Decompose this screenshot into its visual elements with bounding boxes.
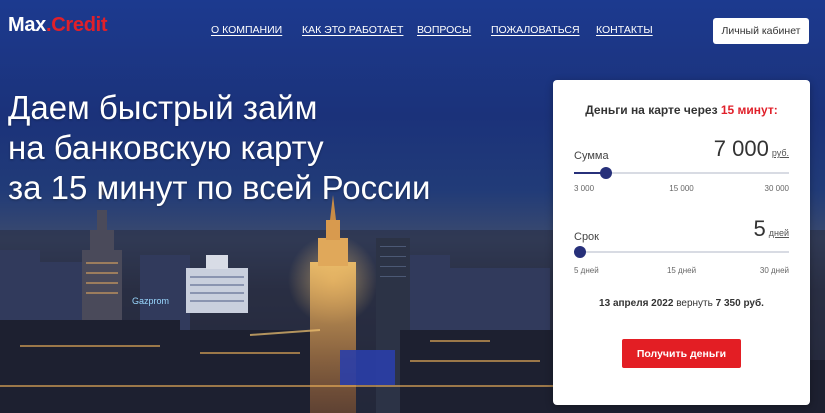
calculator-title: Деньги на карте через 15 минут: <box>553 103 810 117</box>
gazprom-sign: Gazprom <box>132 296 170 306</box>
amount-slider[interactable] <box>574 167 789 179</box>
term-value: 5 <box>753 216 766 241</box>
term-scale-mid: 15 дней <box>666 266 697 275</box>
personal-account-button[interactable]: Личный кабинет <box>713 18 809 44</box>
repayment-text: вернуть <box>673 298 716 309</box>
nav-item-contacts[interactable]: КОНТАКТЫ <box>596 24 653 36</box>
calculator-title-prefix: Деньги на карте через <box>585 103 721 117</box>
repayment-amount: 7 350 руб. <box>715 298 764 309</box>
term-scale-min: 5 дней <box>574 266 599 275</box>
loan-calculator: Деньги на карте через 15 минут: Сумма 7 … <box>553 80 810 405</box>
amount-scale-mid: 15 000 <box>669 184 694 193</box>
amount-scale-max: 30 000 <box>764 184 789 193</box>
term-scale-max: 30 дней <box>759 266 789 275</box>
repayment-summary: 13 апреля 2022 вернуть 7 350 руб. <box>553 298 810 309</box>
amount-slider-handle[interactable] <box>600 167 613 179</box>
hero-headline: Даем быстрый займ на банковскую карту за… <box>8 88 430 208</box>
repayment-date: 13 апреля 2022 <box>599 298 674 309</box>
hero-headline-line-2: на банковскую карту <box>8 129 324 166</box>
term-slider-handle[interactable] <box>574 246 586 258</box>
nav-item-complaints[interactable]: ПОЖАЛОВАТЬСЯ <box>491 24 580 36</box>
amount-label: Сумма <box>574 150 609 162</box>
amount-scale-min: 3 000 <box>574 184 595 193</box>
get-money-button[interactable]: Получить деньги <box>622 339 741 368</box>
calculator-title-accent: 15 минут: <box>720 103 778 117</box>
amount-unit: руб. <box>771 148 789 158</box>
nav-item-about[interactable]: О КОМПАНИИ <box>211 24 282 36</box>
term-slider[interactable] <box>574 246 789 258</box>
amount-value-display[interactable]: 7 000 руб. <box>714 136 789 162</box>
term-unit: дней <box>768 228 789 238</box>
brand-logo[interactable]: Max.Credit <box>8 14 108 37</box>
nav-item-how-it-works[interactable]: КАК ЭТО РАБОТАЕТ <box>302 24 403 36</box>
amount-value: 7 000 <box>713 136 769 161</box>
brand-name-part2: Credit <box>51 14 108 36</box>
nav-item-faq[interactable]: ВОПРОСЫ <box>417 24 471 36</box>
hero-headline-line-3: за 15 минут по всей России <box>8 169 431 206</box>
term-label: Срок <box>574 231 599 243</box>
brand-name-part1: Max <box>8 14 47 36</box>
term-value-display[interactable]: 5 дней <box>753 216 789 242</box>
hero-headline-line-1: Даем быстрый займ <box>8 89 318 126</box>
